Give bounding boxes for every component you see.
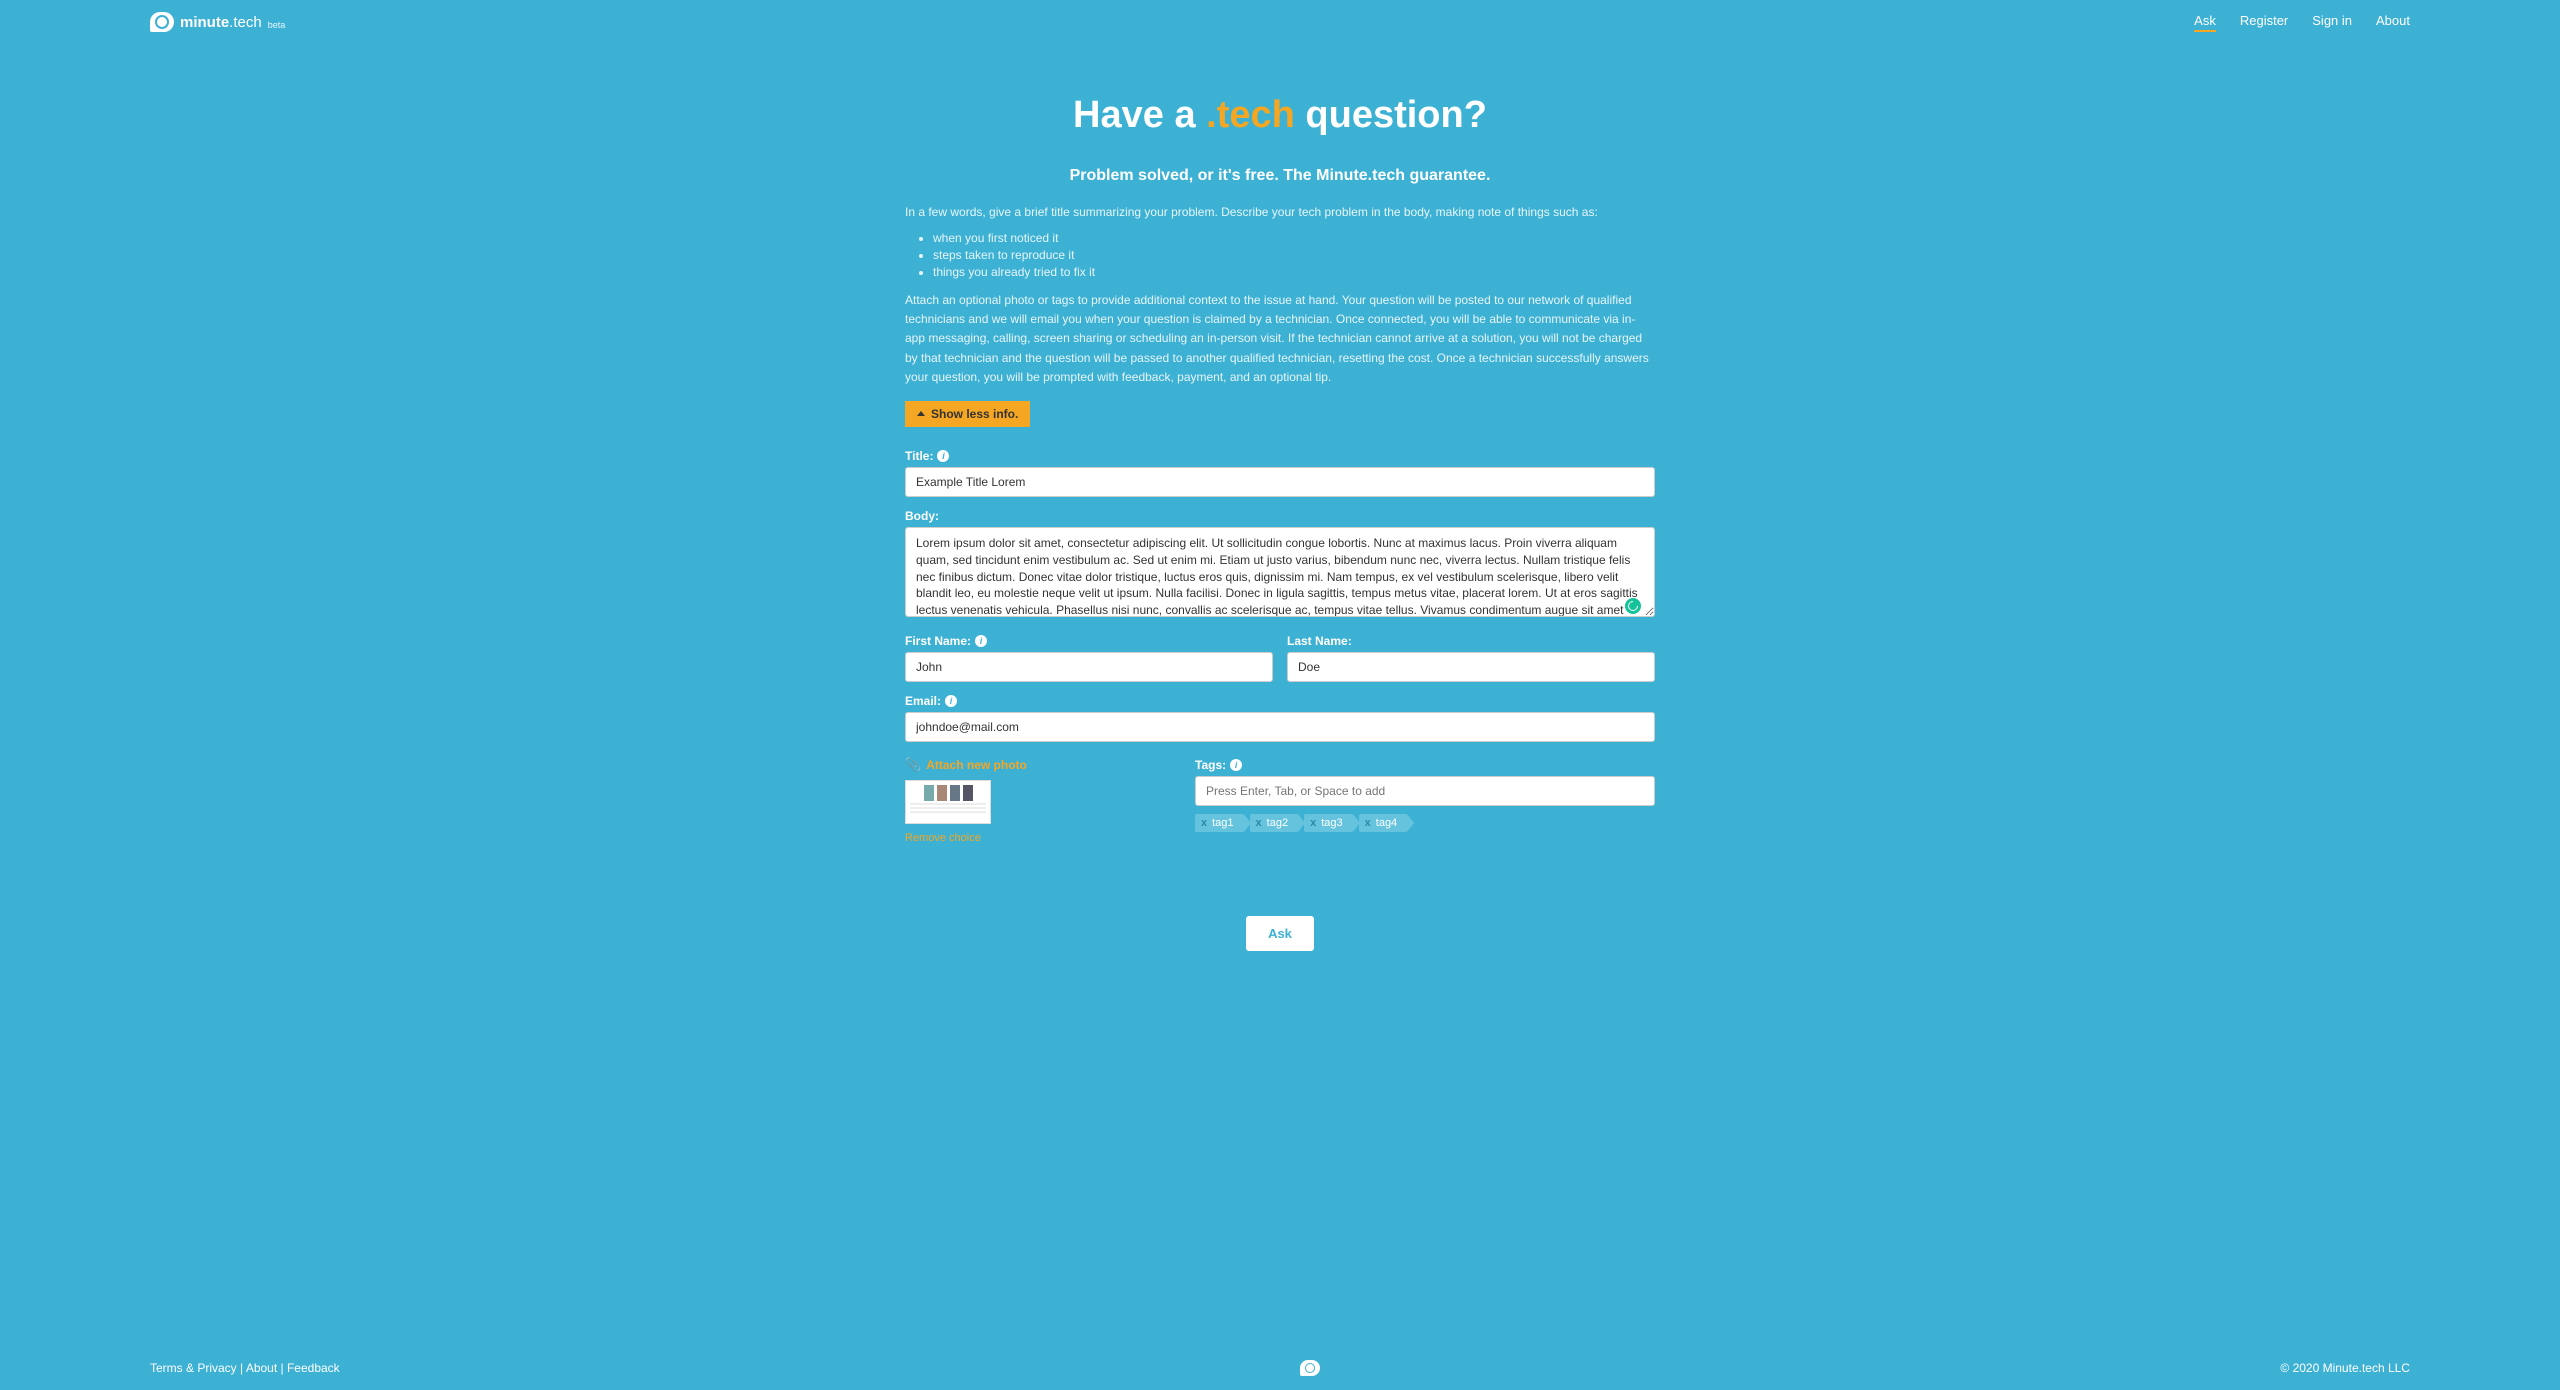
logo-icon [150,12,174,32]
label-text: Title: [905,449,933,463]
nav-about[interactable]: About [2376,13,2410,32]
tag-remove-icon[interactable]: x [1365,817,1371,829]
body-field: Body: [905,507,1655,622]
tag-text: tag4 [1376,817,1397,829]
tag-remove-icon[interactable]: x [1256,817,1262,829]
hint-item: when you first noticed it [933,231,1655,245]
title-field: Title: i [905,447,1655,497]
guarantee-text: Problem solved, or it's free. The Minute… [905,167,1655,185]
email-label: Email: i [905,694,957,708]
tag-chip[interactable]: x tag3 [1304,814,1353,832]
first-name-label: First Name: i [905,634,987,648]
attach-tags-row: 📎 Attach new photo Remove choice Tags: i… [905,756,1655,846]
info-icon[interactable]: i [975,635,987,647]
label-text: Email: [905,694,941,708]
footer-terms-link[interactable]: Terms & Privacy [150,1361,237,1375]
tag-remove-icon[interactable]: x [1201,817,1207,829]
last-name-input[interactable] [1287,652,1655,682]
description-text: Attach an optional photo or tags to prov… [905,291,1655,387]
footer-feedback-link[interactable]: Feedback [287,1361,340,1375]
last-name-field: Last Name: [1287,632,1655,682]
tag-chip[interactable]: x tag4 [1359,814,1408,832]
title-label: Title: i [905,449,949,463]
tags-input[interactable] [1195,776,1655,806]
footer-logo-icon [1300,1360,1320,1376]
hint-item: steps taken to reproduce it [933,248,1655,262]
title-accent: .tech [1206,94,1295,136]
photo-thumbnail[interactable] [905,780,991,824]
sep: | [277,1361,287,1375]
submit-row: Ask [905,916,1655,951]
nav-register[interactable]: Register [2240,13,2288,32]
info-icon[interactable]: i [1230,759,1242,771]
body-label: Body: [905,509,939,523]
label-text: Tags: [1195,758,1226,772]
hint-item: things you already tried to fix it [933,265,1655,279]
email-field: Email: i [905,692,1655,742]
chevron-up-icon [917,411,925,416]
title-post: question? [1295,94,1487,136]
footer-left: Terms & Privacy | About | Feedback [150,1361,340,1375]
first-name-field: First Name: i [905,632,1273,682]
info-icon[interactable]: i [937,450,949,462]
last-name-label: Last Name: [1287,634,1352,648]
tag-list: x tag1 x tag2 x tag3 x tag4 [1195,814,1655,832]
logo-main: minute [180,14,229,31]
tags-column: Tags: i x tag1 x tag2 x tag3 x tag4 [1195,756,1655,846]
toggle-label: Show less info. [931,407,1018,421]
info-icon[interactable]: i [945,695,957,707]
top-nav: Ask Register Sign in About [2194,13,2410,32]
logo-text: minute.tech [180,14,262,31]
tag-chip[interactable]: x tag2 [1250,814,1299,832]
footer-about-link[interactable]: About [246,1361,277,1375]
beta-badge: beta [268,20,286,30]
first-name-input[interactable] [905,652,1273,682]
title-pre: Have a [1073,94,1206,136]
tags-label: Tags: i [1195,758,1242,772]
logo[interactable]: minute.tech beta [150,12,285,32]
attach-photo-button[interactable]: 📎 Attach new photo [905,757,1027,773]
tag-text: tag1 [1212,817,1233,829]
sep: | [237,1361,246,1375]
page-title: Have a .tech question? [905,94,1655,137]
main-content: Have a .tech question? Problem solved, o… [905,44,1655,1346]
attach-label-text: Attach new photo [926,758,1027,772]
ask-button[interactable]: Ask [1246,916,1314,951]
footer: Terms & Privacy | About | Feedback © 202… [0,1346,2560,1390]
grammarly-icon[interactable] [1625,598,1641,614]
nav-ask[interactable]: Ask [2194,13,2216,32]
attach-column: 📎 Attach new photo Remove choice [905,756,1155,846]
show-less-button[interactable]: Show less info. [905,401,1030,427]
paperclip-icon: 📎 [905,757,921,773]
tag-text: tag2 [1267,817,1288,829]
tag-text: tag3 [1321,817,1342,829]
title-input[interactable] [905,467,1655,497]
tag-chip[interactable]: x tag1 [1195,814,1244,832]
footer-copyright: © 2020 Minute.tech LLC [2280,1361,2410,1375]
top-header: minute.tech beta Ask Register Sign in Ab… [0,0,2560,44]
body-textarea[interactable] [905,527,1655,617]
logo-sub: .tech [229,14,262,31]
remove-choice-link[interactable]: Remove choice [905,832,981,844]
nav-signin[interactable]: Sign in [2312,13,2352,32]
label-text: First Name: [905,634,971,648]
tag-remove-icon[interactable]: x [1310,817,1316,829]
hint-list: when you first noticed it steps taken to… [933,231,1655,279]
intro-text: In a few words, give a brief title summa… [905,203,1655,221]
email-input[interactable] [905,712,1655,742]
